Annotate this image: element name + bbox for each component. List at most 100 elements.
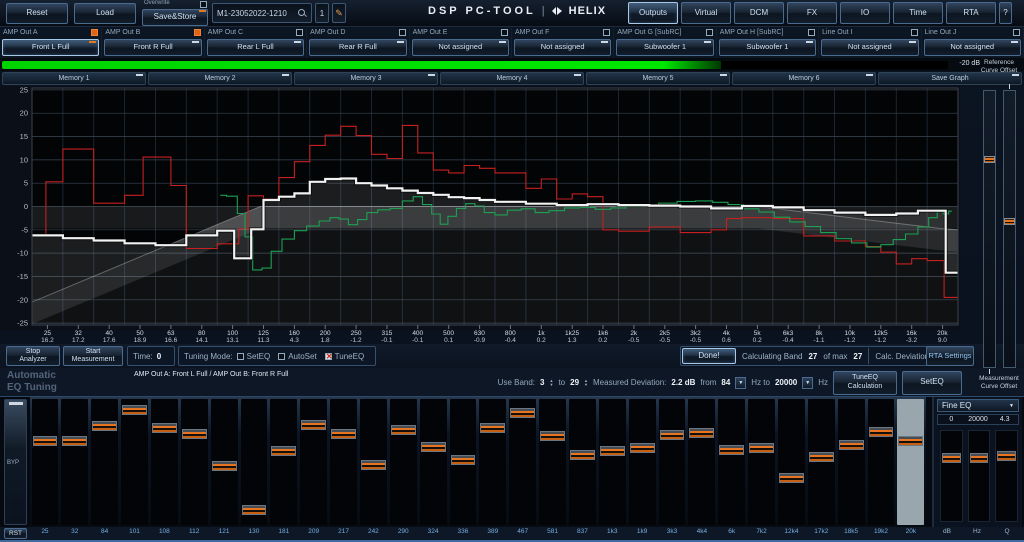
eq-slider-581[interactable]	[539, 399, 566, 525]
rta-settings-button[interactable]: RTA Settings	[926, 346, 974, 366]
eq-slider-336[interactable]	[450, 399, 477, 525]
seteq-checkbox[interactable]	[237, 353, 244, 360]
amp-out-checkbox[interactable]	[501, 29, 508, 36]
reference-offset-slider[interactable]	[983, 90, 996, 368]
eq-slider-handle[interactable]	[839, 440, 864, 450]
amp-out-checkbox[interactable]	[706, 29, 713, 36]
nav-button-fx[interactable]: FX	[787, 2, 837, 24]
eq-slider-handle[interactable]	[212, 461, 237, 471]
eq-slider-handle[interactable]	[421, 442, 446, 452]
eq-slider-324[interactable]	[420, 399, 447, 525]
eq-slider-handle[interactable]	[570, 450, 595, 460]
band-to-value[interactable]: 29	[570, 378, 579, 387]
eq-slider-handle[interactable]	[689, 428, 714, 438]
band-to-spinner[interactable]: ▲▼	[584, 379, 588, 387]
eq-slider-handle[interactable]	[630, 443, 655, 453]
eq-slider-handle[interactable]	[749, 443, 774, 453]
eq-slider-209[interactable]	[300, 399, 327, 525]
memory-tab-memory-5[interactable]: Memory 5	[586, 72, 730, 85]
eq-slider-handle[interactable]	[301, 420, 326, 430]
channel-button-not-assigned[interactable]: Not assigned	[514, 39, 611, 56]
eq-slider-121[interactable]	[211, 399, 238, 525]
stop-analyzer-button[interactable]: StopAnalyzer	[6, 346, 60, 366]
eq-slider-handle[interactable]	[600, 446, 625, 456]
eq-slider-389[interactable]	[479, 399, 506, 525]
eq-slider-217[interactable]	[330, 399, 357, 525]
memory-tab-memory-1[interactable]: Memory 1	[2, 72, 146, 85]
eq-slider-130[interactable]	[241, 399, 268, 525]
amp-out-checkbox[interactable]	[911, 29, 918, 36]
fine-eq-slider-hz[interactable]	[968, 430, 991, 522]
tuneeq-calculation-button[interactable]: TuneEQCalculation	[833, 371, 897, 395]
amp-out-checkbox[interactable]	[808, 29, 815, 36]
eq-slider-handle[interactable]	[779, 473, 804, 483]
eq-slider-467[interactable]	[509, 399, 536, 525]
eq-slider-101[interactable]	[121, 399, 148, 525]
eq-slider-3k3[interactable]	[659, 399, 686, 525]
nav-button-time[interactable]: Time	[893, 2, 943, 24]
freq-to-value[interactable]: 20000	[775, 378, 797, 387]
freq-from-dropdown[interactable]: ▼	[735, 377, 746, 389]
band-from-value[interactable]: 3	[540, 378, 544, 387]
eq-slider-handle[interactable]	[331, 429, 356, 439]
eq-slider-handle[interactable]	[122, 405, 147, 415]
eq-slider-18k5[interactable]	[838, 399, 865, 525]
nav-button-virtual[interactable]: Virtual	[681, 2, 731, 24]
overwrite-checkbox[interactable]	[200, 1, 207, 8]
amp-out-checkbox[interactable]	[91, 29, 98, 36]
channel-button-front-r-full[interactable]: Front R Full	[104, 39, 201, 56]
mode-seteq[interactable]: SetEQ	[237, 352, 271, 361]
memory-tab-memory-2[interactable]: Memory 2	[148, 72, 292, 85]
channel-button-front-l-full[interactable]: Front L Full	[2, 39, 99, 56]
preset-number-field[interactable]: 1	[315, 3, 329, 23]
device-id-field[interactable]: M1-23052022-1210	[212, 3, 312, 23]
eq-slider-handle[interactable]	[361, 460, 386, 470]
channel-button-not-assigned[interactable]: Not assigned	[821, 39, 918, 56]
reset-button[interactable]: Reset	[6, 3, 68, 24]
amp-out-checkbox[interactable]	[1013, 29, 1020, 36]
eq-slider-handle[interactable]	[271, 446, 296, 456]
eq-slider-handle[interactable]	[898, 436, 923, 446]
search-icon[interactable]	[298, 9, 307, 18]
freq-to-dropdown[interactable]: ▼	[802, 377, 813, 389]
amp-out-checkbox[interactable]	[603, 29, 610, 36]
nav-button-rta[interactable]: RTA	[946, 2, 996, 24]
eq-slider-handle[interactable]	[33, 436, 58, 446]
nav-button-io[interactable]: IO	[840, 2, 890, 24]
tuneeq-checkbox[interactable]	[325, 353, 332, 360]
eq-slider-handle[interactable]	[869, 427, 894, 437]
eq-slider-handle[interactable]	[242, 505, 267, 515]
eq-slider-handle[interactable]	[719, 445, 744, 455]
load-button[interactable]: Load	[74, 3, 136, 24]
eq-slider-7k2[interactable]	[748, 399, 775, 525]
nav-button-outputs[interactable]: Outputs	[628, 2, 678, 24]
eq-slider-handle[interactable]	[92, 421, 117, 431]
eq-slider-1k3[interactable]	[599, 399, 626, 525]
eq-slider-6k[interactable]	[718, 399, 745, 525]
fine-eq-header[interactable]: Fine EQ ▼	[937, 399, 1019, 412]
band-from-spinner[interactable]: ▲▼	[549, 379, 553, 387]
mode-tuneeq[interactable]: TuneEQ	[325, 352, 365, 361]
eq-slider-handle[interactable]	[809, 452, 834, 462]
autoset-checkbox[interactable]	[278, 353, 285, 360]
mode-autoset[interactable]: AutoSet	[278, 352, 316, 361]
channel-button-subwoofer-1[interactable]: Subwoofer 1	[616, 39, 713, 56]
eq-slider-242[interactable]	[360, 399, 387, 525]
fine-eq-handle[interactable]	[970, 453, 989, 463]
edit-preset-button[interactable]: ✎	[332, 3, 346, 23]
reset-eq-button[interactable]: RST	[4, 528, 27, 539]
measurement-offset-handle[interactable]	[1004, 218, 1015, 225]
amp-out-checkbox[interactable]	[399, 29, 406, 36]
eq-slider-handle[interactable]	[540, 431, 565, 441]
channel-button-not-assigned[interactable]: Not assigned	[412, 39, 509, 56]
freq-from-value[interactable]: 84	[721, 378, 730, 387]
eq-slider-181[interactable]	[270, 399, 297, 525]
nav-button-[interactable]: ?	[999, 2, 1012, 24]
nav-button-dcm[interactable]: DCM	[734, 2, 784, 24]
eq-slider-112[interactable]	[181, 399, 208, 525]
eq-slider-17k2[interactable]	[808, 399, 835, 525]
fine-eq-handle[interactable]	[997, 451, 1016, 461]
bypass-slider[interactable]: BYP	[4, 399, 27, 525]
fine-eq-handle[interactable]	[942, 453, 961, 463]
eq-slider-handle[interactable]	[182, 429, 207, 439]
